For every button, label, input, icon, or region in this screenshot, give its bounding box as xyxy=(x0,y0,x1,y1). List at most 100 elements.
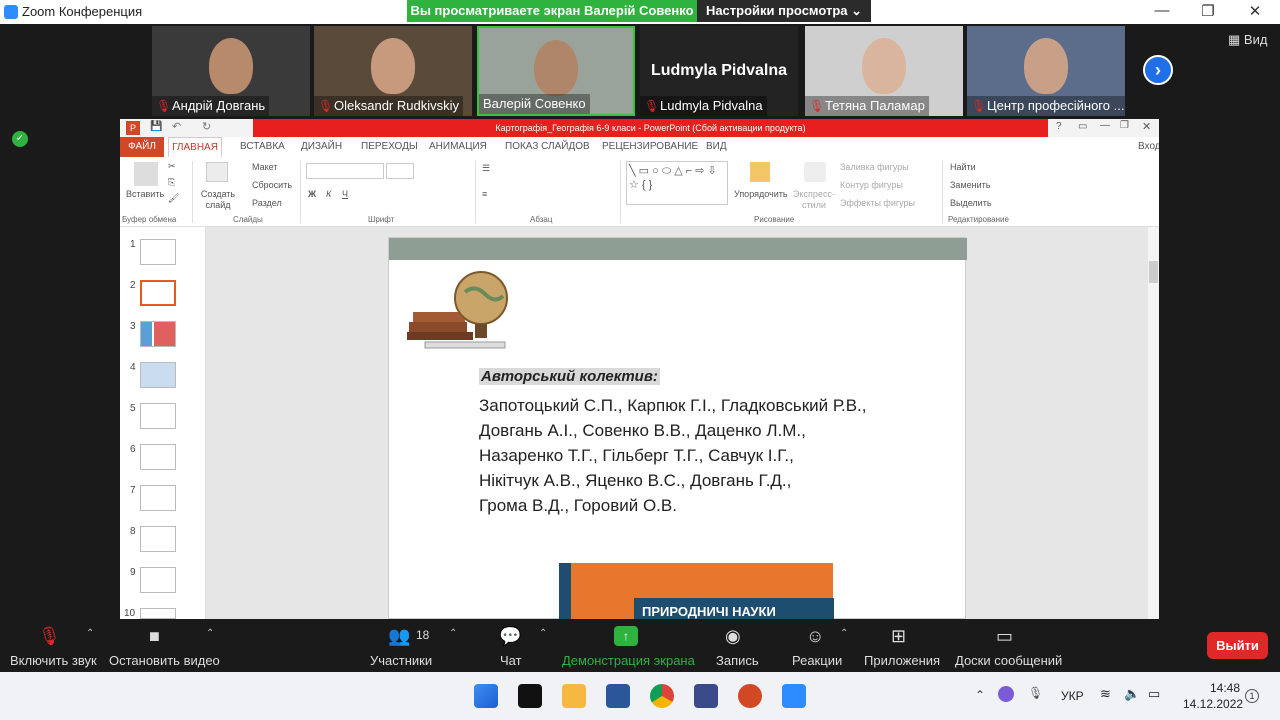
chat-button[interactable]: Чат xyxy=(500,653,522,668)
record-icon[interactable]: ◉ xyxy=(725,626,741,647)
slide-thumbnail[interactable] xyxy=(140,444,176,470)
next-participants-button[interactable]: › xyxy=(1143,55,1173,85)
participants-icon[interactable]: 👥 xyxy=(388,626,410,647)
floppy-app-icon[interactable] xyxy=(694,684,718,708)
quick-styles-icon[interactable] xyxy=(804,162,826,182)
signin-link[interactable]: Вход xyxy=(1138,141,1159,152)
slide-thumbnail[interactable] xyxy=(140,321,176,347)
slide-thumbnail[interactable] xyxy=(140,608,176,619)
chevron-up-icon[interactable]: ⌃ xyxy=(86,628,94,639)
shape-effects-button[interactable]: Эффекты фигуры xyxy=(840,198,915,208)
participants-button[interactable]: Участники xyxy=(370,653,432,668)
chevron-up-icon[interactable]: ⌃ xyxy=(206,628,214,639)
close-icon[interactable]: ✕ xyxy=(1142,120,1151,133)
chevron-up-icon[interactable]: ⌃ xyxy=(539,628,547,639)
slide-thumbnail[interactable] xyxy=(140,239,176,265)
arrange-button[interactable]: Упорядочить xyxy=(734,189,788,199)
share-screen-icon[interactable]: ↑ xyxy=(614,626,638,646)
minimize-icon[interactable]: — xyxy=(1142,2,1182,19)
italic-icon[interactable]: К xyxy=(326,189,331,199)
shape-fill-button[interactable]: Заливка фигуры xyxy=(840,162,909,172)
bold-icon[interactable]: Ж xyxy=(308,189,316,199)
unmute-button[interactable]: Включить звук xyxy=(10,653,97,668)
tab-animation[interactable]: АНИМАЦИЯ xyxy=(429,141,487,152)
tray-chevron-up-icon[interactable]: ⌃ xyxy=(975,688,985,702)
tab-view[interactable]: ВИД xyxy=(706,141,727,152)
format-painter-icon[interactable]: 🖌 xyxy=(168,193,179,204)
clock-date[interactable]: 14.12.2022 xyxy=(1183,697,1243,711)
zoom-taskbar-icon[interactable] xyxy=(782,684,806,708)
tab-transitions[interactable]: ПЕРЕХОДЫ xyxy=(361,141,418,152)
paste-icon[interactable] xyxy=(134,162,158,186)
help-icon[interactable]: ? xyxy=(1056,121,1062,132)
underline-icon[interactable]: Ч xyxy=(342,189,348,199)
copy-icon[interactable]: ⎘ xyxy=(168,177,175,188)
font-name-select[interactable] xyxy=(306,163,384,179)
tab-home[interactable]: ГЛАВНАЯ xyxy=(168,137,222,157)
tab-review[interactable]: РЕЦЕНЗИРОВАНИЕ xyxy=(602,141,698,152)
video-tile[interactable]: 🎙 Oleksandr Rudkivskiy xyxy=(314,26,472,116)
microphone-icon[interactable]: 🎙 xyxy=(1028,686,1043,700)
chevron-up-icon[interactable]: ⌃ xyxy=(449,628,457,639)
tiktok-icon[interactable] xyxy=(518,684,542,708)
new-slide-icon[interactable] xyxy=(206,162,228,182)
tab-design[interactable]: ДИЗАЙН xyxy=(301,141,342,152)
mic-muted-icon[interactable]: 🎙 xyxy=(38,626,61,647)
video-tile[interactable]: 🎙 Центр професійного ... xyxy=(967,26,1125,116)
whiteboards-button[interactable]: Доски сообщений xyxy=(955,653,1062,668)
current-slide[interactable]: Авторський колектив: Запотоцький С.П., К… xyxy=(388,237,967,619)
redo-icon[interactable]: ↻ xyxy=(202,120,211,133)
tab-file[interactable]: ФАЙЛ xyxy=(120,137,164,157)
shapes-gallery[interactable]: ╲ ▭ ○ ⬭ △ ⌐ ⇨ ⇩ ☆ { } xyxy=(626,161,728,205)
chat-icon[interactable]: 💬 xyxy=(499,626,521,647)
tab-insert[interactable]: ВСТАВКА xyxy=(240,141,285,152)
file-explorer-icon[interactable] xyxy=(562,684,586,708)
save-icon[interactable]: 💾 xyxy=(150,121,162,132)
restore-icon[interactable]: ❐ xyxy=(1188,2,1228,20)
whiteboard-icon[interactable]: ▭ xyxy=(996,626,1013,647)
reactions-icon[interactable]: ☺ xyxy=(806,626,824,647)
font-size-select[interactable] xyxy=(386,163,414,179)
chrome-icon[interactable] xyxy=(650,684,674,708)
restore-icon[interactable]: ❐ xyxy=(1120,120,1129,131)
vertical-scrollbar[interactable] xyxy=(1148,227,1159,619)
notification-badge[interactable]: 1 xyxy=(1245,689,1259,703)
undo-icon[interactable]: ↶ xyxy=(172,120,181,133)
slide-thumbnail[interactable] xyxy=(140,567,176,593)
arrange-icon[interactable] xyxy=(750,162,770,182)
quick-styles-button[interactable]: Экспресс-стили xyxy=(792,189,836,211)
battery-icon[interactable]: ▭ xyxy=(1148,686,1160,702)
chevron-up-icon[interactable]: ⌃ xyxy=(840,628,848,639)
video-tile[interactable]: 🎙 Андрій Довгань xyxy=(152,26,310,116)
align-left-icon[interactable]: ≡ xyxy=(482,189,487,199)
slide-thumbnail-selected[interactable] xyxy=(140,280,176,306)
cut-icon[interactable]: ✂ xyxy=(168,161,176,172)
paste-button[interactable]: Вставить xyxy=(126,189,164,199)
view-options-button[interactable]: Настройки просмотра ⌄ xyxy=(697,0,871,22)
video-camera-icon[interactable]: ■ xyxy=(149,626,160,647)
leave-button[interactable]: Выйти xyxy=(1207,632,1268,659)
scroll-thumb[interactable] xyxy=(1149,261,1158,283)
new-slide-button[interactable]: Создать слайд xyxy=(200,189,236,211)
minimize-icon[interactable]: — xyxy=(1100,120,1110,131)
wifi-icon[interactable]: ≋ xyxy=(1100,686,1111,702)
stop-video-button[interactable]: Остановить видео xyxy=(109,653,220,668)
powerpoint-taskbar-icon[interactable] xyxy=(738,684,762,708)
find-button[interactable]: Найти xyxy=(950,162,976,172)
share-screen-button[interactable]: Демонстрация экрана xyxy=(562,653,695,668)
apps-button[interactable]: Приложения xyxy=(864,653,940,668)
replace-button[interactable]: Заменить xyxy=(950,180,990,190)
video-tile[interactable]: Ludmyla Pidvalna 🎙 Ludmyla Pidvalna xyxy=(640,26,798,116)
view-button[interactable]: ▦ Вид xyxy=(1228,32,1267,48)
reset-button[interactable]: Сбросить xyxy=(252,180,292,190)
word-icon[interactable] xyxy=(606,684,630,708)
layout-button[interactable]: Макет xyxy=(252,162,277,172)
slide-thumbnail[interactable] xyxy=(140,526,176,552)
bullets-icon[interactable]: ☰ xyxy=(482,163,490,174)
windows-start-icon[interactable] xyxy=(474,684,498,708)
shield-check-icon[interactable]: ✓ xyxy=(12,131,28,147)
section-button[interactable]: Раздел xyxy=(252,198,282,208)
video-tile-active-speaker[interactable]: Валерій Совенко xyxy=(477,26,635,116)
tab-slideshow[interactable]: ПОКАЗ СЛАЙДОВ xyxy=(505,141,590,152)
record-button[interactable]: Запись xyxy=(716,653,759,668)
